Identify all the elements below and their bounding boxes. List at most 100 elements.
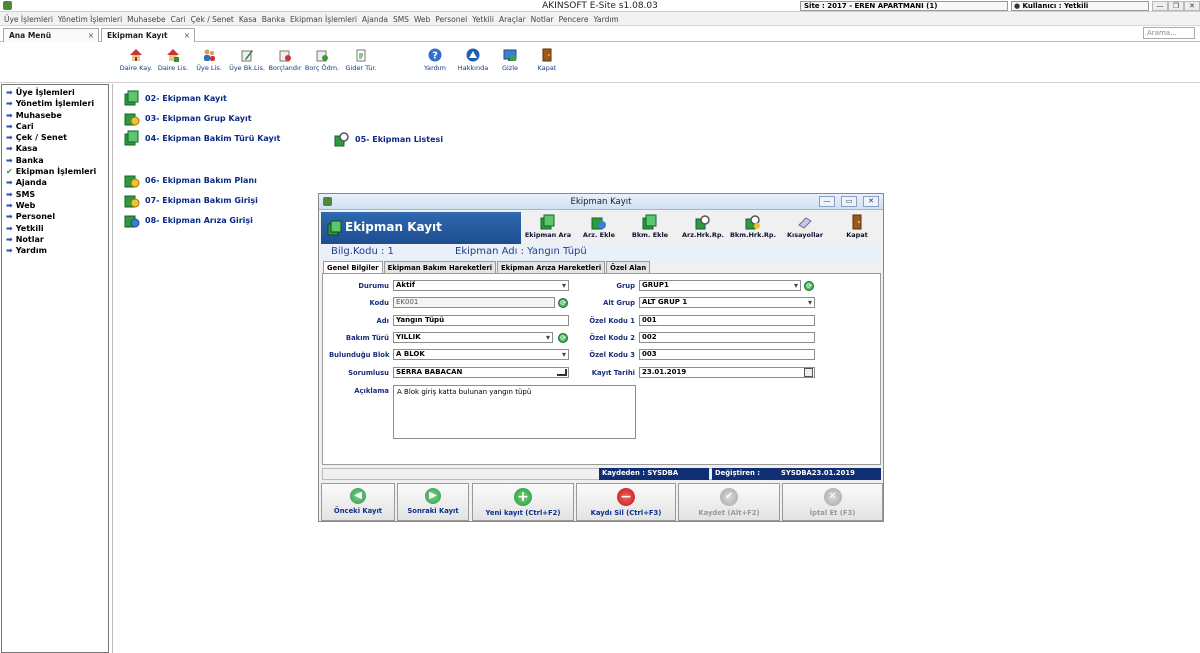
tab-label: Ekipman Kayıt: [107, 31, 168, 40]
daire-kayit-button[interactable]: Daire Kay.: [118, 48, 154, 72]
tab-ekipman-kayit[interactable]: Ekipman Kayıt ×: [101, 28, 195, 42]
menu-kasa[interactable]: Kasa: [239, 15, 257, 24]
kayit-tarihi-field[interactable]: 23.01.2019: [639, 367, 815, 378]
gizle-button[interactable]: Gizle: [497, 48, 523, 72]
ozel-kodu-1-field[interactable]: 001: [639, 315, 815, 326]
durumu-select[interactable]: Aktif: [393, 280, 569, 291]
sidebar-item-ekipman-islemleri[interactable]: ✔ Ekipman İşlemleri: [6, 166, 104, 177]
iptal-et-button[interactable]: ✕ İptal Et (F3): [782, 483, 883, 521]
bakim-turu-select[interactable]: YILLIK: [393, 332, 553, 343]
menu-ajanda[interactable]: Ajanda: [362, 15, 388, 24]
menu-web[interactable]: Web: [414, 15, 430, 24]
sidebar-item-uye-islemleri[interactable]: ➡ Üye İşlemleri: [6, 87, 104, 98]
tab-ekipman-ariza-hareketleri[interactable]: Ekipman Arıza Hareketleri: [497, 261, 606, 273]
menu-cari[interactable]: Cari: [171, 15, 186, 24]
yardim-button[interactable]: ? Yardım: [420, 48, 450, 72]
bakim-turu-add-icon[interactable]: ⟳: [558, 333, 568, 343]
tab-close-icon[interactable]: ×: [88, 31, 94, 40]
menu-ekipman-islemleri[interactable]: Ekipman İşlemleri: [290, 15, 357, 24]
grup-select[interactable]: GRUP1: [639, 280, 801, 291]
sidebar-item-personel[interactable]: ➡ Personel: [6, 211, 104, 222]
dialog-maximize-button[interactable]: ▭: [841, 196, 857, 207]
dialog-minimize-button[interactable]: —: [819, 196, 835, 207]
sidebar-item-yardim[interactable]: ➡ Yardım: [6, 245, 104, 256]
kodu-field[interactable]: EK001: [393, 297, 555, 308]
arz-hrk-rapor-button[interactable]: Arz.Hrk.Rp.: [679, 212, 727, 244]
menu-araclar[interactable]: Araçlar: [499, 15, 526, 24]
kodu-generate-icon[interactable]: ⟳: [558, 298, 568, 308]
link-ekipman-kayit[interactable]: 02- Ekipman Kayıt: [123, 90, 227, 107]
dialog-title-bar[interactable]: Ekipman Kayıt — ▭ ✕: [319, 194, 883, 210]
hakkinda-button[interactable]: Hakkında: [456, 48, 490, 72]
gider-turu-button[interactable]: Gider Tür.: [343, 48, 379, 72]
uye-borc-liste-button[interactable]: Üye Bk.Lis.: [228, 48, 266, 72]
ekipman-ara-button[interactable]: Ekipman Ara: [523, 212, 573, 244]
borc-odeme-button[interactable]: Borç Ödm.: [304, 48, 340, 72]
aciklama-textarea[interactable]: A Blok giriş katta bulunan yangın tüpü: [393, 385, 636, 439]
restore-button[interactable]: ❐: [1168, 1, 1184, 11]
yeni-kayit-button[interactable]: + Yeni kayıt (Ctrl+F2): [472, 483, 574, 521]
kaydet-button[interactable]: ✔ Kaydet (Alt+F2): [678, 483, 780, 521]
dialog-kapat-button[interactable]: Kapat: [835, 212, 879, 244]
tab-close-icon[interactable]: ×: [184, 31, 190, 40]
sidebar-item-muhasebe[interactable]: ➡ Muhasebe: [6, 110, 104, 121]
sidebar-item-ajanda[interactable]: ➡ Ajanda: [6, 177, 104, 188]
dialog-close-button[interactable]: ✕: [863, 196, 879, 207]
alt-grup-select[interactable]: ALT GRUP 1: [639, 297, 815, 308]
sidebar-item-cek-senet[interactable]: ➡ Çek / Senet: [6, 132, 104, 143]
link-ekipman-ariza-girisi[interactable]: 08- Ekipman Arıza Girişi: [123, 212, 253, 229]
close-button[interactable]: ✕: [1184, 1, 1200, 11]
blok-label: Bulunduğu Blok: [329, 351, 390, 359]
sidebar-item-yonetim-islemleri[interactable]: ➡ Yönetim İşlemleri: [6, 98, 104, 109]
sidebar-item-yetkili[interactable]: ➡ Yetkili: [6, 223, 104, 234]
calendar-icon[interactable]: [804, 368, 813, 377]
link-ekipman-bakim-girisi[interactable]: 07- Ekipman Bakım Girişi: [123, 192, 258, 209]
link-ekipman-listesi[interactable]: 05- Ekipman Listesi: [333, 131, 443, 148]
blok-select[interactable]: A BLOK: [393, 349, 569, 360]
exit-door-icon: [852, 214, 862, 230]
arz-ekle-button[interactable]: Arz. Ekle: [577, 212, 621, 244]
sidebar-item-kasa[interactable]: ➡ Kasa: [6, 143, 104, 154]
daire-liste-button[interactable]: Daire Lis.: [156, 48, 190, 72]
menu-cek-senet[interactable]: Çek / Senet: [191, 15, 234, 24]
menu-yonetim-islemleri[interactable]: Yönetim İşlemleri: [58, 15, 122, 24]
sidebar-item-cari[interactable]: ➡ Cari: [6, 121, 104, 132]
grup-add-icon[interactable]: ⟳: [804, 281, 814, 291]
link-ekipman-grup-kayit[interactable]: 03- Ekipman Grup Kayıt: [123, 110, 252, 127]
ozel-kodu-2-field[interactable]: 002: [639, 332, 815, 343]
menu-banka[interactable]: Banka: [262, 15, 285, 24]
uye-liste-button[interactable]: Üye Lis.: [194, 48, 224, 72]
bkm-hrk-rapor-button[interactable]: Bkm.Hrk.Rp.: [729, 212, 777, 244]
sidebar-item-notlar[interactable]: ➡ Notlar: [6, 234, 104, 245]
kisayollar-button[interactable]: Kısayollar: [783, 212, 827, 244]
minimize-button[interactable]: —: [1152, 1, 1168, 11]
tab-ana-menu[interactable]: Ana Menü ×: [3, 28, 99, 42]
kapat-button[interactable]: Kapat: [534, 48, 560, 72]
equipment-icon: [124, 90, 139, 106]
tab-ekipman-bakim-hareketleri[interactable]: Ekipman Bakım Hareketleri: [383, 261, 497, 273]
menu-yardim[interactable]: Yardım: [593, 15, 618, 24]
menu-muhasebe[interactable]: Muhasebe: [127, 15, 165, 24]
search-input[interactable]: Arama...: [1143, 27, 1195, 39]
borclandir-button[interactable]: Borçlandır: [268, 48, 302, 72]
sonraki-kayit-button[interactable]: ▶ Sonraki Kayıt: [397, 483, 469, 521]
sidebar-item-banka[interactable]: ➡ Banka: [6, 155, 104, 166]
sidebar-item-sms[interactable]: ➡ SMS: [6, 189, 104, 200]
tab-ozel-alan[interactable]: Özel Alan: [606, 261, 651, 273]
link-ekipman-bakim-turu-kayit[interactable]: 04- Ekipman Bakim Türü Kayıt: [123, 130, 280, 147]
menu-sms[interactable]: SMS: [393, 15, 409, 24]
bkm-ekle-button[interactable]: Bkm. Ekle: [625, 212, 675, 244]
sorumlusu-browse-button[interactable]: [557, 369, 567, 376]
sidebar-item-web[interactable]: ➡ Web: [6, 200, 104, 211]
menu-notlar[interactable]: Notlar: [531, 15, 554, 24]
menu-yetkili[interactable]: Yetkili: [472, 15, 494, 24]
ozel-kodu-3-field[interactable]: 003: [639, 349, 815, 360]
sorumlusu-field[interactable]: SERRA BABACAN: [393, 367, 569, 378]
adi-field[interactable]: Yangın Tüpü: [393, 315, 569, 326]
menu-pencere[interactable]: Pencere: [559, 15, 589, 24]
link-ekipman-bakim-plani[interactable]: 06- Ekipman Bakım Planı: [123, 172, 257, 189]
menu-personel[interactable]: Personel: [435, 15, 467, 24]
onceki-kayit-button[interactable]: ◀ Önceki Kayıt: [321, 483, 395, 521]
menu-uye-islemleri[interactable]: Üye İşlemleri: [4, 15, 53, 24]
kaydi-sil-button[interactable]: − Kaydı Sil (Ctrl+F3): [576, 483, 676, 521]
